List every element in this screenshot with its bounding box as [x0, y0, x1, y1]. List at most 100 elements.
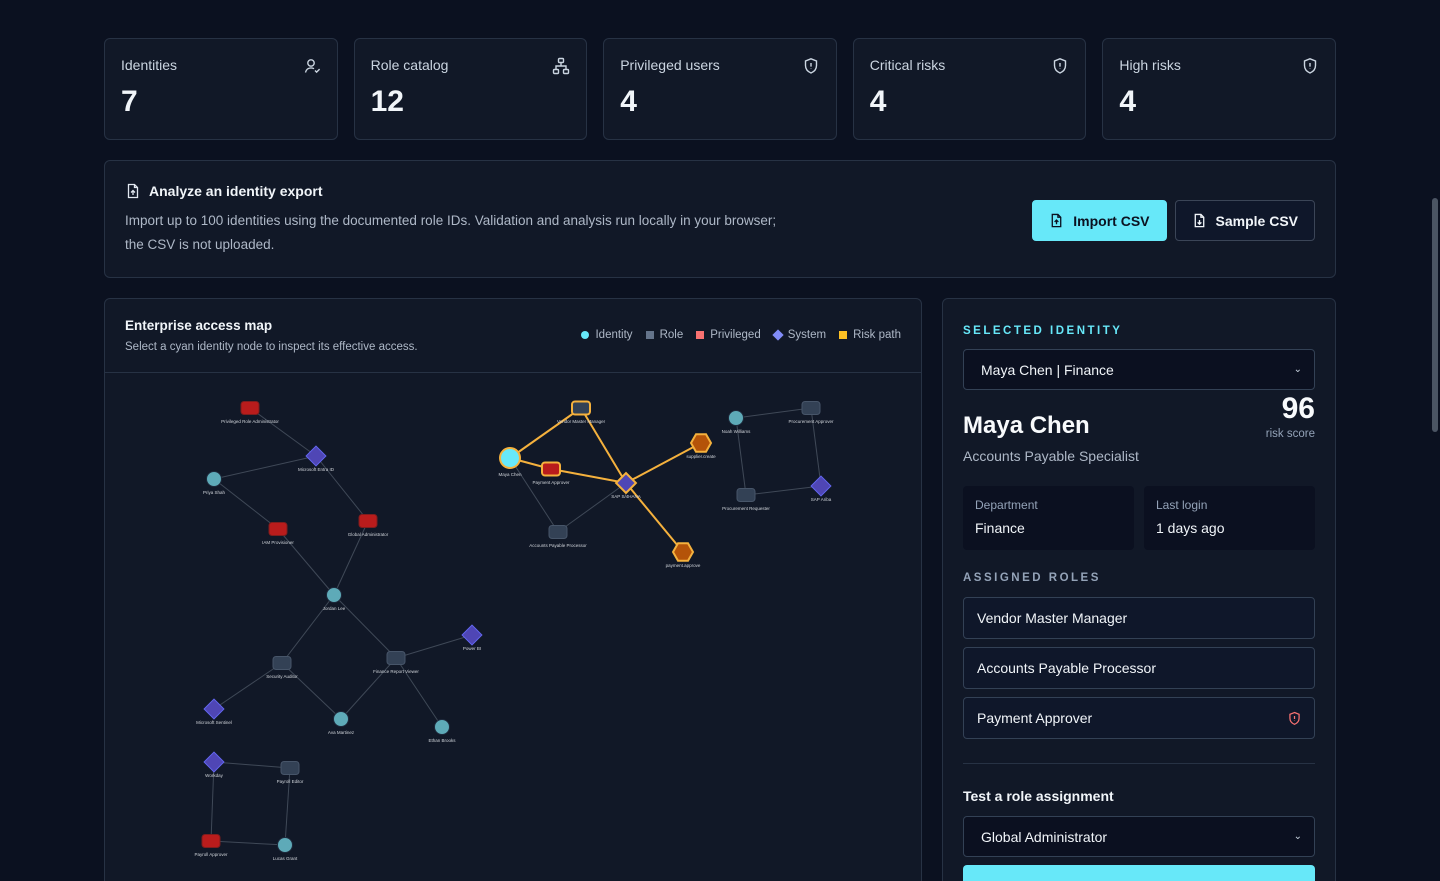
role-item[interactable]: Payment Approver	[963, 697, 1315, 739]
page: Identities 7 Role catalog 12 Privileged …	[0, 0, 1440, 881]
node-shape	[541, 461, 561, 477]
graph-edge	[315, 455, 369, 522]
sample-csv-label: Sample CSV	[1215, 212, 1298, 229]
node-label: Ethan Brooks	[428, 738, 456, 743]
node-shape	[810, 475, 832, 497]
graph-edge	[210, 840, 286, 846]
divider	[963, 763, 1315, 764]
node-label: Microsoft Entra ID	[298, 467, 335, 472]
last-login-fact: Last login 1 days ago	[1144, 486, 1315, 550]
legend-label: Identity	[595, 329, 633, 341]
node-label: SAP S/4HANA	[611, 494, 640, 499]
node-shape	[386, 651, 406, 665]
node-label: Ava Martinez	[328, 730, 355, 735]
page-scrollbar[interactable]	[1432, 198, 1438, 432]
graph-edge	[249, 407, 317, 457]
node-label: Noah Williams	[722, 429, 752, 434]
node-shape	[548, 525, 568, 539]
node-shape	[201, 834, 221, 848]
graph-node-role: Vendor Master Manager	[557, 400, 606, 424]
identity-facts: Department Finance Last login 1 days ago	[963, 486, 1315, 550]
hierarchy-icon	[552, 57, 570, 75]
node-shape	[206, 471, 222, 487]
graph-node-identity[interactable]: Priya Shah	[203, 471, 226, 496]
run-test-button[interactable]	[963, 865, 1315, 881]
test-role-select[interactable]: Global Administrator ⌄	[963, 816, 1315, 857]
selected-identity-heading: SELECTED IDENTITY	[963, 325, 1123, 337]
privileged-swatch-icon	[696, 331, 705, 339]
graph-node-role: Accounts Payable Processor	[529, 525, 587, 548]
role-swatch-icon	[645, 331, 654, 339]
shield-icon	[1303, 58, 1317, 74]
import-csv-label: Import CSV	[1073, 212, 1150, 229]
graph-node-system: Power BI	[461, 624, 483, 651]
node-label: Procurement Requester	[722, 506, 770, 511]
stat-card-role-catalog: Role catalog 12	[353, 38, 588, 140]
chevron-down-icon: ⌄	[1293, 831, 1302, 842]
node-shape	[305, 445, 327, 467]
role-item[interactable]: Vendor Master Manager	[963, 597, 1315, 639]
graph-node-identity[interactable]: Maya Chen	[498, 447, 522, 477]
risk-score: 96 risk score	[1266, 392, 1315, 440]
stats-row: Identities 7 Role catalog 12 Privileged …	[104, 38, 1336, 140]
risk-score-value: 96	[1281, 392, 1315, 425]
node-label: Jordan Lee	[323, 606, 346, 611]
file-upload-icon	[1051, 213, 1062, 228]
import-csv-button[interactable]: Import CSV	[1032, 200, 1167, 241]
graph-node-risk: payment.approve	[666, 542, 701, 568]
graph-edge	[557, 482, 627, 533]
department-label: Department	[975, 498, 1038, 512]
node-shape	[277, 837, 293, 853]
stat-card-privileged-users: Privileged users 4	[603, 38, 837, 140]
graph-edge	[277, 528, 335, 596]
graph-edge	[213, 761, 291, 769]
import-description: Import up to 100 identities using the do…	[125, 213, 777, 252]
role-label: Vendor Master Manager	[977, 610, 1128, 626]
graph-node-identity[interactable]: Ethan Brooks	[428, 719, 456, 744]
sample-csv-button[interactable]: Sample CSV	[1174, 200, 1315, 241]
legend-label: Role	[659, 329, 684, 341]
import-title-text: Analyze an identity export	[149, 183, 323, 199]
shield-icon	[1054, 58, 1067, 74]
legend-item-identity: Identity	[581, 329, 633, 341]
risk-score-caption: risk score	[1265, 428, 1315, 440]
graph-edge	[213, 478, 279, 530]
risk-swatch-icon	[839, 331, 848, 339]
graph-node-identity[interactable]: Lucas Grant	[273, 837, 298, 862]
import-title: Analyze an identity export	[125, 183, 1315, 199]
last-login-value: 1 days ago	[1156, 520, 1225, 536]
identity-select[interactable]: Maya Chen | Finance ⌄	[963, 349, 1315, 390]
graph-node-role: Payroll Editor	[277, 761, 304, 784]
node-label: Finance Report Viewer	[373, 669, 419, 674]
graph-node-identity[interactable]: Ava Martinez	[328, 711, 355, 736]
graph-node-identity[interactable]: Noah Williams	[722, 410, 752, 435]
node-shape	[280, 761, 300, 775]
node-shape	[801, 401, 821, 415]
stat-value: 7	[121, 85, 138, 118]
legend-label: Privileged	[710, 329, 761, 341]
identity-panel: SELECTED IDENTITY Maya Chen | Finance ⌄ …	[942, 298, 1336, 881]
graph-node-identity[interactable]: Jordan Lee	[323, 587, 346, 612]
node-label: Procurement Approver	[788, 419, 834, 424]
node-shape	[333, 711, 349, 727]
node-shape	[268, 522, 288, 536]
graph-node-privileged: IAM Provisioner	[262, 522, 294, 545]
role-item[interactable]: Accounts Payable Processor	[963, 647, 1315, 689]
node-label: payment.approve	[666, 563, 701, 568]
graph-edge	[395, 634, 473, 659]
stat-card-identities: Identities 7	[104, 38, 338, 140]
access-graph: Privileged Role Administrator Microsoft E…	[194, 400, 834, 862]
import-actions: Import CSV Sample CSV	[1032, 200, 1315, 241]
legend-item-role: Role	[645, 329, 684, 341]
department-value: Finance	[975, 520, 1025, 536]
assigned-roles-heading: ASSIGNED ROLES	[963, 572, 1101, 584]
role-label: Accounts Payable Processor	[977, 660, 1156, 676]
map-subtitle: Select a cyan identity node to inspect i…	[125, 341, 418, 353]
node-shape	[728, 410, 744, 426]
node-label: supplier.create	[686, 454, 716, 459]
graph-edge	[213, 662, 283, 710]
import-panel: Analyze an identity export Import up to …	[104, 160, 1336, 278]
privileged-shield-icon	[1289, 711, 1300, 725]
node-shape	[358, 514, 378, 528]
graph-node-role: Finance Report Viewer	[373, 651, 419, 674]
